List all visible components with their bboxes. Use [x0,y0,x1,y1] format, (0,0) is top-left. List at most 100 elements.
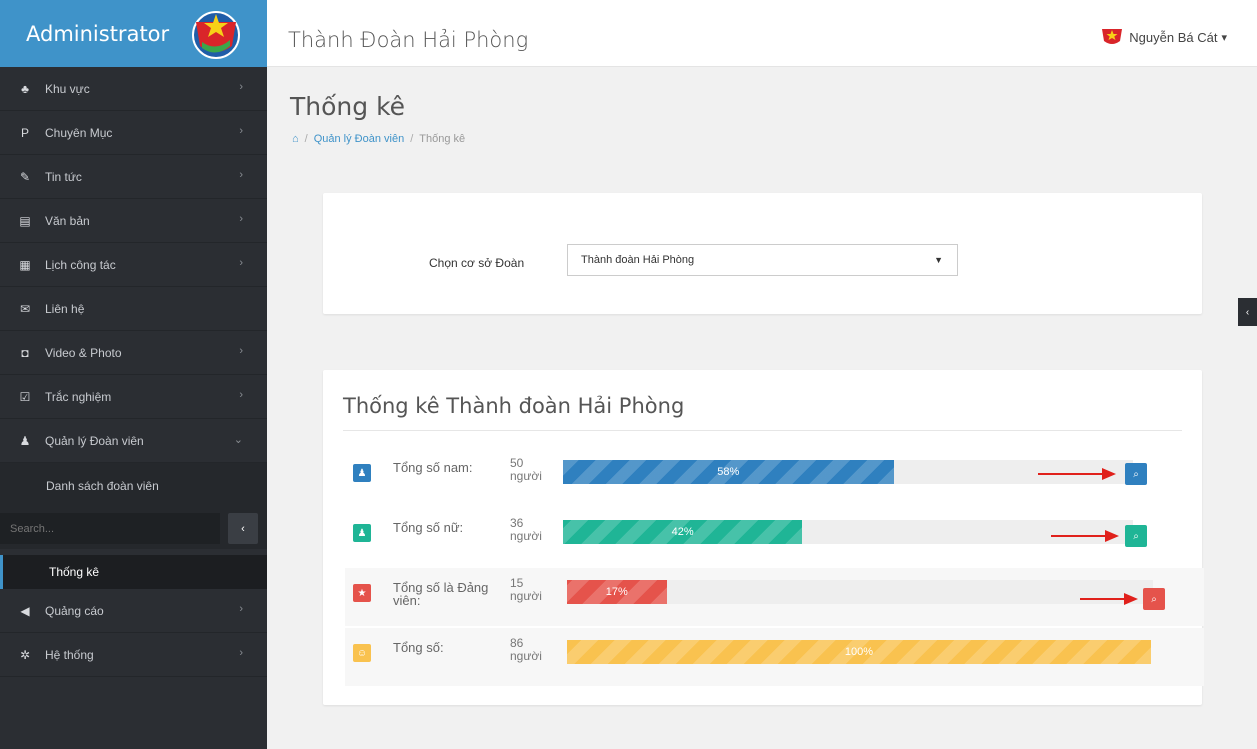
stat-count: 50 người [510,456,542,483]
sidebar-item-ads[interactable]: ◀ Quảng cáo › [0,589,267,633]
filter-panel: Chọn cơ sở Đoàn Thành đoàn Hải Phòng ▼ [323,193,1202,314]
view-detail-search-button[interactable]: ⌕ [1125,463,1147,485]
sidebar-collapse-button[interactable]: ‹ [228,513,258,544]
chevron-right-icon: › [239,389,243,401]
caret-down-icon: ▼ [934,255,943,265]
chevron-left-icon: ‹ [241,522,245,535]
home-icon[interactable]: ⌂ [292,133,299,145]
chevron-right-icon: › [239,81,243,93]
paragraph-icon: P [20,125,29,140]
progress-fill: 17% [567,580,667,604]
cog-icon: ✲ [19,647,31,662]
chevron-right-icon: ⌄ [233,434,243,446]
unit-select-value: Thành đoàn Hải Phòng [581,254,695,266]
chevron-right-icon: › [239,603,243,615]
stat-label: Tổng số là Đảng viên: [393,580,489,608]
user-name: Nguyễn Bá Cát [1129,29,1218,45]
pencil-icon: ✎ [19,169,31,184]
site-title: Thành Đoàn Hải Phòng [288,28,529,52]
sidebar-item-label: Video & Photo [45,345,122,360]
breadcrumb-separator: / [410,133,414,145]
stat-label: Tổng số nam: [393,460,473,475]
sidebar-item-contact[interactable]: ✉ Liên hệ [0,287,267,331]
red-arrow-annotation [1080,593,1138,605]
sidebar-item-label: Văn bản [45,213,90,228]
progress-bar: 42% [563,520,1133,544]
user-icon: ♟ [353,464,371,482]
sidebar-item-quiz[interactable]: ☑ Trắc nghiệm › [0,375,267,419]
calendar-icon: ▦ [19,257,31,272]
red-arrow-annotation [1038,468,1116,480]
sitemap-icon: ♣ [21,81,29,96]
stats-panel: Thống kê Thành đoàn Hải Phòng ♟ Tổng số n… [323,370,1204,705]
user-avatar [1102,29,1123,44]
progress-percent: 42% [671,526,694,538]
unit-select-label: Chọn cơ sở Đoàn [429,256,525,270]
page-title: Thống kê [290,92,406,121]
sidebar-subitem-member-list[interactable]: Danh sách đoàn viên [0,463,267,509]
sidebar-item-label: Lịch công tác [45,257,116,272]
red-arrow-annotation [1051,530,1119,542]
user-menu[interactable]: Nguyễn Bá Cát ▾ [1101,26,1227,48]
brand-bar: Administrator [0,0,267,67]
search-icon: ⌕ [1133,468,1139,480]
view-detail-search-button[interactable]: ⌕ [1143,588,1165,610]
chevron-right-icon: › [239,213,243,225]
progress-percent: 17% [605,586,628,598]
chevron-left-icon: ‹ [1245,306,1250,318]
stats-title: Thống kê Thành đoàn Hải Phòng [343,394,685,418]
sidebar-search-input[interactable] [0,513,220,544]
sidebar-item-documents[interactable]: ▤ Văn bản › [0,199,267,243]
stat-row-party-member: ★ Tổng số là Đảng viên: 15 người 17% [345,568,1204,626]
sidebar-item-areas[interactable]: ♣ Khu vực › [0,67,267,111]
sidebar-item-system[interactable]: ✲ Hệ thống › [0,633,267,677]
sidebar: Administrator ♣ Khu vực › P Chuyên Mục › ✎ Tin … [0,0,267,749]
sidebar-item-label: Khu vực [45,81,90,96]
breadcrumb-current: Thống kê [419,133,466,145]
divider [343,430,1182,431]
search-icon: ⌕ [1151,593,1157,605]
chevron-right-icon: › [239,647,243,659]
brand-title[interactable]: Administrator [26,22,169,46]
sidebar-item-label: Trắc nghiệm [45,389,112,404]
sidebar-item-schedule[interactable]: ▦ Lịch công tác › [0,243,267,287]
sidebar-item-label: Quản lý Đoàn viên [45,433,144,448]
sidebar-subitem-active-label: Thống kê [49,565,100,579]
sidebar-item-categories[interactable]: P Chuyên Mục › [0,111,267,155]
check-square-icon: ☑ [19,389,31,404]
right-panel-toggle[interactable]: ‹ [1238,298,1257,326]
sidebar-item-news[interactable]: ✎ Tin tức › [0,155,267,199]
sidebar-subitem-label: Danh sách đoàn viên [46,479,159,493]
breadcrumb: ⌂ / Quản lý Đoàn viên / Thống kê [292,133,465,145]
sidebar-item-label: Hệ thống [45,647,94,662]
unit-select[interactable]: Thành đoàn Hải Phòng ▼ [567,244,958,276]
camera-icon: ◘ [21,345,29,360]
chevron-right-icon: › [239,257,243,269]
progress-fill: 100% [567,640,1151,664]
user-icon: ♟ [353,524,371,542]
youth-union-logo [192,11,240,59]
sidebar-item-label: Tin tức [45,169,82,184]
stat-count: 15 người [510,576,542,603]
progress-percent: 58% [717,466,740,478]
sidebar-item-label: Chuyên Mục [45,125,113,140]
sidebar-subitem-statistics[interactable]: Thống kê [0,555,267,589]
caret-down-icon: ▾ [1221,31,1227,44]
star-icon: ★ [353,584,371,602]
progress-percent: 100% [844,646,874,658]
stat-row-total: ☺ Tổng số: 86 người 100% [345,628,1204,686]
stat-label: Tổng số nữ: [393,520,464,535]
breadcrumb-separator: / [304,133,308,145]
chevron-right-icon: › [239,169,243,181]
sidebar-item-media[interactable]: ◘ Video & Photo › [0,331,267,375]
file-icon: ▤ [19,213,31,228]
sidebar-search: ‹ [0,509,267,549]
user-icon: ♟ [19,433,31,448]
sidebar-item-members[interactable]: ♟ Quản lý Đoàn viên ⌄ [0,419,267,463]
progress-bar: 100% [567,640,1151,664]
chevron-right-icon: › [239,125,243,137]
progress-bar: 17% [567,580,1153,604]
stat-count: 36 người [510,516,542,543]
breadcrumb-link-members[interactable]: Quản lý Đoàn viên [314,133,405,145]
view-detail-search-button[interactable]: ⌕ [1125,525,1147,547]
